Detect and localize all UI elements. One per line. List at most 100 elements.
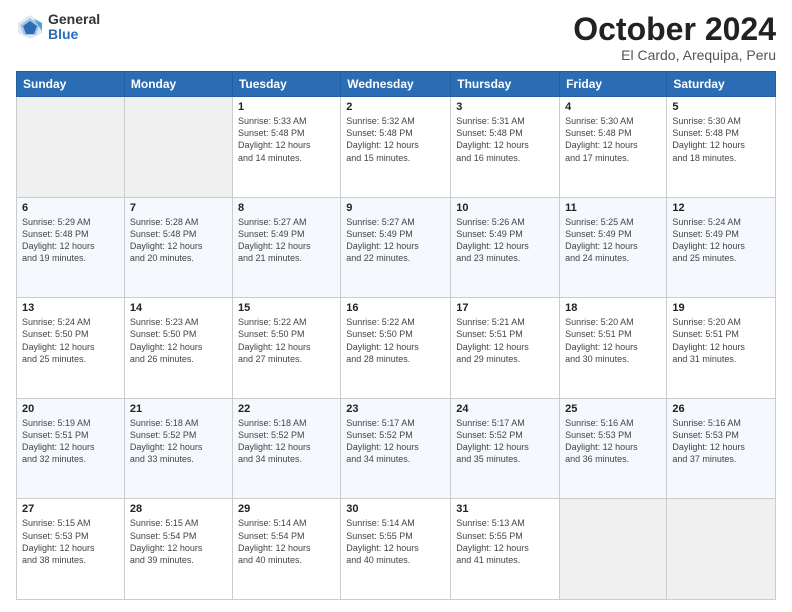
day-info: Sunrise: 5:31 AMSunset: 5:48 PMDaylight:… xyxy=(456,115,554,164)
day-info: Sunrise: 5:15 AMSunset: 5:54 PMDaylight:… xyxy=(130,517,227,566)
day-info: Sunrise: 5:30 AMSunset: 5:48 PMDaylight:… xyxy=(672,115,770,164)
day-info: Sunrise: 5:13 AMSunset: 5:55 PMDaylight:… xyxy=(456,517,554,566)
day-info: Sunrise: 5:28 AMSunset: 5:48 PMDaylight:… xyxy=(130,216,227,265)
calendar-cell: 30Sunrise: 5:14 AMSunset: 5:55 PMDayligh… xyxy=(341,499,451,600)
calendar-week-row: 27 Sunrise: 5:15 AMSunset: 5:53 PMDayligh… xyxy=(17,499,776,600)
day-number: 10 xyxy=(456,202,554,214)
day-info: Sunrise: 5:22 AMSunset: 5:50 PMDaylight:… xyxy=(238,316,335,365)
day-info: Sunrise: 5:18 AMSunset: 5:52 PMDaylight:… xyxy=(130,417,227,466)
day-info: Sunrise: 5:17 AMSunset: 5:52 PMDaylight:… xyxy=(346,417,445,466)
day-number: 12 xyxy=(672,202,770,214)
calendar-cell: 11 Sunrise: 5:25 AMSunset: 5:49 PMDayligh… xyxy=(560,197,667,298)
calendar-cell: 19 Sunrise: 5:20 AMSunset: 5:51 PMDayligh… xyxy=(667,298,776,399)
day-number: 24 xyxy=(456,403,554,415)
day-number: 21 xyxy=(130,403,227,415)
day-number: 4 xyxy=(565,101,661,113)
calendar-cell: 6 Sunrise: 5:29 AMSunset: 5:48 PMDaylight… xyxy=(17,197,125,298)
day-number: 25 xyxy=(565,403,661,415)
day-info: Sunrise: 5:16 AMSunset: 5:53 PMDaylight:… xyxy=(565,417,661,466)
day-info: Sunrise: 5:14 AMSunset: 5:54 PMDaylight:… xyxy=(238,517,335,566)
calendar-cell: 14 Sunrise: 5:23 AMSunset: 5:50 PMDayligh… xyxy=(124,298,232,399)
calendar-cell: 2 Sunrise: 5:32 AMSunset: 5:48 PMDaylight… xyxy=(341,97,451,198)
day-number: 31 xyxy=(456,503,554,515)
day-info: Sunrise: 5:14 AMSunset: 5:55 PMDaylight:… xyxy=(346,517,445,566)
day-info: Sunrise: 5:26 AMSunset: 5:49 PMDaylight:… xyxy=(456,216,554,265)
day-number: 9 xyxy=(346,202,445,214)
calendar-week-row: 6 Sunrise: 5:29 AMSunset: 5:48 PMDaylight… xyxy=(17,197,776,298)
day-number: 6 xyxy=(22,202,119,214)
day-info: Sunrise: 5:24 AMSunset: 5:50 PMDaylight:… xyxy=(22,316,119,365)
day-number: 8 xyxy=(238,202,335,214)
calendar-cell: 5 Sunrise: 5:30 AMSunset: 5:48 PMDaylight… xyxy=(667,97,776,198)
calendar-cell xyxy=(667,499,776,600)
calendar-cell: 20Sunrise: 5:19 AMSunset: 5:51 PMDayligh… xyxy=(17,398,125,499)
day-number: 27 xyxy=(22,503,119,515)
logo-text: General Blue xyxy=(48,12,100,43)
calendar-cell: 15 Sunrise: 5:22 AMSunset: 5:50 PMDayligh… xyxy=(232,298,340,399)
month-title: October 2024 xyxy=(573,12,776,47)
day-info: Sunrise: 5:32 AMSunset: 5:48 PMDaylight:… xyxy=(346,115,445,164)
calendar-cell: 21 Sunrise: 5:18 AMSunset: 5:52 PMDayligh… xyxy=(124,398,232,499)
day-info: Sunrise: 5:29 AMSunset: 5:48 PMDaylight:… xyxy=(22,216,119,265)
day-info: Sunrise: 5:27 AMSunset: 5:49 PMDaylight:… xyxy=(238,216,335,265)
header: General Blue October 2024 El Cardo, Areq… xyxy=(16,12,776,63)
day-info: Sunrise: 5:20 AMSunset: 5:51 PMDaylight:… xyxy=(672,316,770,365)
day-number: 28 xyxy=(130,503,227,515)
day-info: Sunrise: 5:24 AMSunset: 5:49 PMDaylight:… xyxy=(672,216,770,265)
day-number: 19 xyxy=(672,302,770,314)
calendar-cell: 8 Sunrise: 5:27 AMSunset: 5:49 PMDaylight… xyxy=(232,197,340,298)
day-number: 11 xyxy=(565,202,661,214)
weekday-header-sunday: Sunday xyxy=(17,72,125,97)
calendar-cell: 12 Sunrise: 5:24 AMSunset: 5:49 PMDayligh… xyxy=(667,197,776,298)
location: El Cardo, Arequipa, Peru xyxy=(573,47,776,63)
day-number: 22 xyxy=(238,403,335,415)
calendar-cell: 18 Sunrise: 5:20 AMSunset: 5:51 PMDayligh… xyxy=(560,298,667,399)
calendar-cell: 24 Sunrise: 5:17 AMSunset: 5:52 PMDayligh… xyxy=(451,398,560,499)
day-number: 17 xyxy=(456,302,554,314)
day-info: Sunrise: 5:25 AMSunset: 5:49 PMDaylight:… xyxy=(565,216,661,265)
day-info: Sunrise: 5:17 AMSunset: 5:52 PMDaylight:… xyxy=(456,417,554,466)
day-info: Sunrise: 5:30 AMSunset: 5:48 PMDaylight:… xyxy=(565,115,661,164)
weekday-header-monday: Monday xyxy=(124,72,232,97)
logo-blue-text: Blue xyxy=(48,27,100,42)
day-number: 16 xyxy=(346,302,445,314)
calendar-cell: 4 Sunrise: 5:30 AMSunset: 5:48 PMDaylight… xyxy=(560,97,667,198)
day-info: Sunrise: 5:27 AMSunset: 5:49 PMDaylight:… xyxy=(346,216,445,265)
calendar-cell: 3Sunrise: 5:31 AMSunset: 5:48 PMDaylight… xyxy=(451,97,560,198)
calendar-cell: 31 Sunrise: 5:13 AMSunset: 5:55 PMDayligh… xyxy=(451,499,560,600)
day-number: 13 xyxy=(22,302,119,314)
calendar-week-row: 13 Sunrise: 5:24 AMSunset: 5:50 PMDayligh… xyxy=(17,298,776,399)
day-info: Sunrise: 5:20 AMSunset: 5:51 PMDaylight:… xyxy=(565,316,661,365)
day-number: 29 xyxy=(238,503,335,515)
calendar-cell: 7 Sunrise: 5:28 AMSunset: 5:48 PMDaylight… xyxy=(124,197,232,298)
calendar-cell: 29 Sunrise: 5:14 AMSunset: 5:54 PMDayligh… xyxy=(232,499,340,600)
day-number: 15 xyxy=(238,302,335,314)
day-info: Sunrise: 5:15 AMSunset: 5:53 PMDaylight:… xyxy=(22,517,119,566)
calendar-cell xyxy=(17,97,125,198)
logo: General Blue xyxy=(16,12,100,43)
calendar-cell: 9 Sunrise: 5:27 AMSunset: 5:49 PMDaylight… xyxy=(341,197,451,298)
day-number: 7 xyxy=(130,202,227,214)
logo-icon xyxy=(16,13,44,41)
day-info: Sunrise: 5:22 AMSunset: 5:50 PMDaylight:… xyxy=(346,316,445,365)
day-number: 18 xyxy=(565,302,661,314)
day-number: 5 xyxy=(672,101,770,113)
day-number: 2 xyxy=(346,101,445,113)
calendar-week-row: 1Sunrise: 5:33 AMSunset: 5:48 PMDaylight… xyxy=(17,97,776,198)
calendar-cell xyxy=(124,97,232,198)
weekday-header-wednesday: Wednesday xyxy=(341,72,451,97)
day-number: 14 xyxy=(130,302,227,314)
calendar-cell: 13 Sunrise: 5:24 AMSunset: 5:50 PMDayligh… xyxy=(17,298,125,399)
calendar-cell: 26Sunrise: 5:16 AMSunset: 5:53 PMDayligh… xyxy=(667,398,776,499)
page: General Blue October 2024 El Cardo, Areq… xyxy=(0,0,792,612)
day-number: 20 xyxy=(22,403,119,415)
day-info: Sunrise: 5:18 AMSunset: 5:52 PMDaylight:… xyxy=(238,417,335,466)
calendar-cell: 23Sunrise: 5:17 AMSunset: 5:52 PMDayligh… xyxy=(341,398,451,499)
title-section: October 2024 El Cardo, Arequipa, Peru xyxy=(573,12,776,63)
calendar-cell: 1Sunrise: 5:33 AMSunset: 5:48 PMDaylight… xyxy=(232,97,340,198)
calendar-cell: 17 Sunrise: 5:21 AMSunset: 5:51 PMDayligh… xyxy=(451,298,560,399)
day-info: Sunrise: 5:21 AMSunset: 5:51 PMDaylight:… xyxy=(456,316,554,365)
day-info: Sunrise: 5:23 AMSunset: 5:50 PMDaylight:… xyxy=(130,316,227,365)
calendar-cell xyxy=(560,499,667,600)
day-info: Sunrise: 5:33 AMSunset: 5:48 PMDaylight:… xyxy=(238,115,335,164)
